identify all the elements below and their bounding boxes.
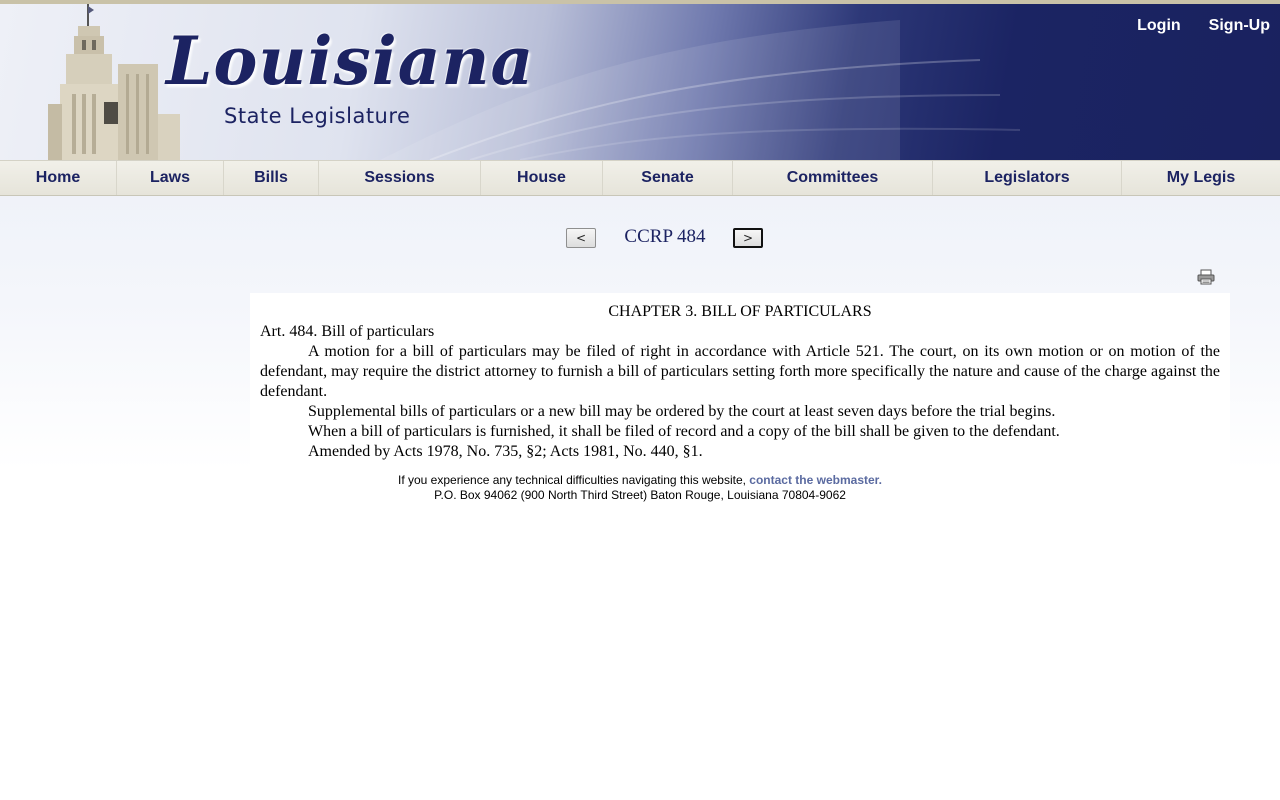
footer-address: P.O. Box 94062 (900 North Third Street) … xyxy=(434,488,846,502)
page: Louisiana State Legislature Login Sign-U… xyxy=(0,0,1280,800)
nav-item-home[interactable]: Home xyxy=(0,161,117,195)
amendment-history: Amended by Acts 1978, No. 735, §2; Acts … xyxy=(308,443,703,460)
main-nav: Home Laws Bills Sessions House Senate Co… xyxy=(0,160,1280,196)
contact-webmaster-link[interactable]: contact the webmaster. xyxy=(749,473,882,487)
footer-help-line: If you experience any technical difficul… xyxy=(250,473,1030,488)
nav-item-sessions[interactable]: Sessions xyxy=(319,161,481,195)
law-document: CHAPTER 3. BILL OF PARTICULARS Art. 484.… xyxy=(250,293,1230,470)
logo-wordmark: Louisiana xyxy=(166,22,535,100)
nav-item-committees[interactable]: Committees xyxy=(733,161,933,195)
document-title: CCRP 484 xyxy=(624,226,706,247)
nav-item-laws[interactable]: Laws xyxy=(117,161,224,195)
chapter-heading: CHAPTER 3. BILL OF PARTICULARS xyxy=(608,303,872,320)
nav-item-house[interactable]: House xyxy=(481,161,603,195)
nav-item-bills[interactable]: Bills xyxy=(224,161,319,195)
next-article-button[interactable]: > xyxy=(733,228,763,248)
login-link[interactable]: Login xyxy=(1137,17,1181,35)
signup-link[interactable]: Sign-Up xyxy=(1209,17,1270,35)
page-footer: If you experience any technical difficul… xyxy=(250,473,1030,503)
nav-item-senate[interactable]: Senate xyxy=(603,161,733,195)
logo-subtitle: State Legislature xyxy=(224,104,411,128)
account-links: Login Sign-Up xyxy=(1137,17,1270,35)
document-paragraph: When a bill of particulars is furnished,… xyxy=(308,423,1060,440)
document-paragraph: A motion for a bill of particulars may b… xyxy=(260,343,1220,400)
capitol-building-icon xyxy=(48,4,180,160)
document-paragraph: Supplemental bills of particulars or a n… xyxy=(308,403,1056,420)
previous-article-button[interactable]: < xyxy=(566,228,596,248)
nav-item-legislators[interactable]: Legislators xyxy=(933,161,1122,195)
header-banner: Louisiana State Legislature Login Sign-U… xyxy=(0,0,1280,160)
document-navigation: < CCRP 484 > xyxy=(0,224,1280,254)
footer-help-text: If you experience any technical difficul… xyxy=(397,473,750,487)
article-heading: Art. 484. Bill of particulars xyxy=(260,323,435,340)
printer-icon[interactable] xyxy=(1197,269,1215,285)
nav-item-my-legis[interactable]: My Legis xyxy=(1122,161,1280,195)
